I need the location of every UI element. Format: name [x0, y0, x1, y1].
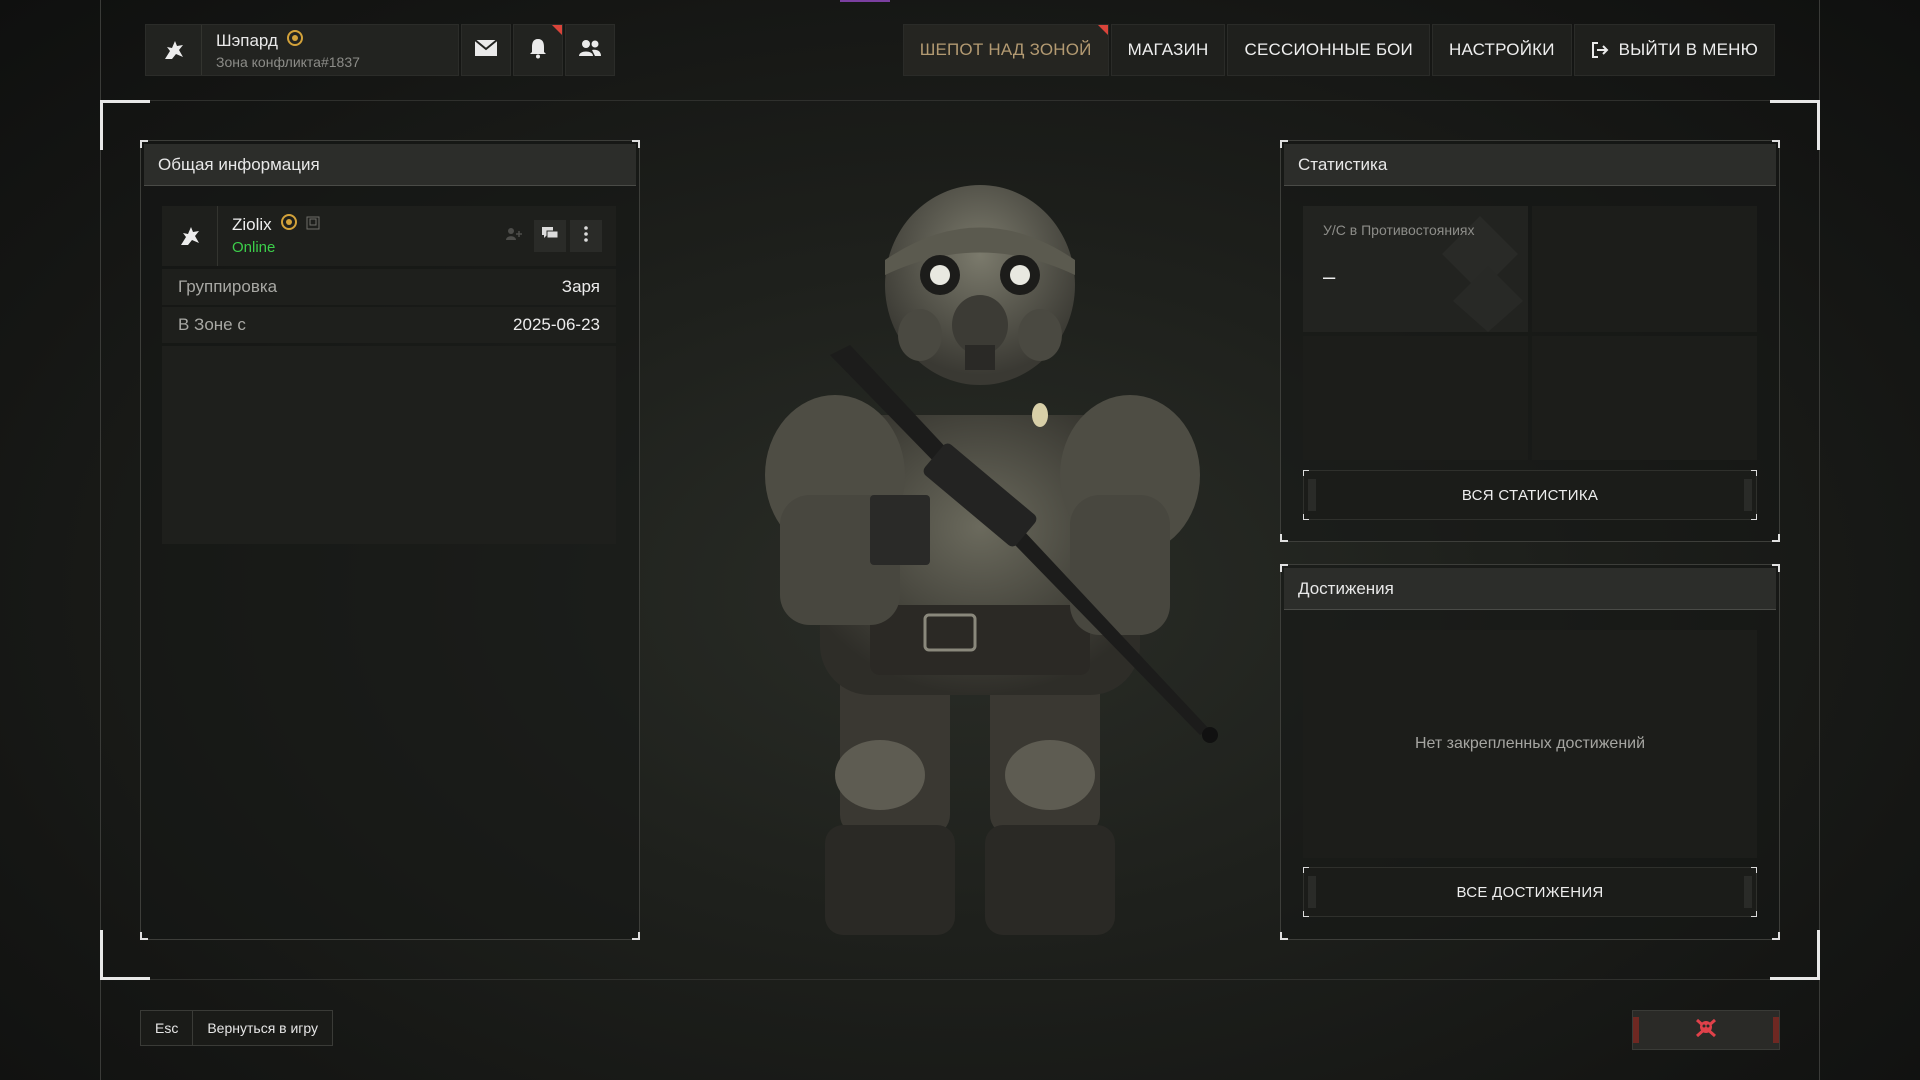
frame-line-right [1819, 0, 1820, 1080]
stats-title: Статистика [1284, 144, 1776, 186]
player-name: Шэпард [216, 30, 278, 50]
nav-session-battles[interactable]: СЕССИОННЫЕ БОИ [1227, 24, 1430, 76]
all-stats-button[interactable]: ВСЯ СТАТИСТИКА [1303, 470, 1757, 520]
exit-icon [1591, 41, 1609, 59]
back-to-game-label: Вернуться в игру [207, 1020, 319, 1036]
achievements-title: Достижения [1284, 568, 1776, 610]
stat-card-empty [1532, 206, 1757, 332]
bell-icon [528, 37, 548, 64]
copy-icon[interactable] [306, 214, 320, 237]
rank-badge-icon [280, 213, 298, 238]
top-indicator [840, 0, 890, 2]
more-options-button[interactable] [570, 220, 602, 252]
faction-label: Группировка [178, 277, 278, 296]
general-info-title: Общая информация [144, 144, 636, 186]
chat-icon [541, 226, 559, 247]
character-model[interactable] [740, 175, 1220, 965]
zone-since-label: В Зоне с [178, 315, 246, 334]
back-to-game-button[interactable]: Esc Вернуться в игру [140, 1010, 334, 1046]
wolf-logo-icon [162, 206, 218, 266]
achievements-empty: Нет закрепленных достижений [1303, 630, 1757, 858]
all-stats-label: ВСЯ СТАТИСТИКА [1461, 486, 1599, 504]
zone-since-row: В Зоне с 2025-06-23 [162, 307, 616, 343]
kd-label: У/С в Противостояниях [1323, 222, 1475, 238]
add-friend-button[interactable] [498, 220, 530, 252]
kd-value: – [1323, 264, 1336, 289]
mail-icon [474, 38, 498, 62]
frame-line-left [100, 0, 101, 1080]
stats-grid: У/С в Противостояниях – [1303, 206, 1757, 460]
all-achievements-label: ВСЕ ДОСТИЖЕНИЯ [1456, 883, 1604, 901]
friends-button[interactable] [565, 24, 615, 76]
nav-label: НАСТРОЙКИ [1448, 40, 1555, 59]
nav-label: СЕССИОННЫЕ БОИ [1244, 40, 1413, 59]
nav-settings[interactable]: НАСТРОЙКИ [1431, 24, 1572, 76]
skull-icon [1695, 1018, 1717, 1043]
player-bar: Шэпард Зона конфликта#1837 [145, 24, 615, 76]
report-button[interactable] [1632, 1010, 1780, 1050]
nav-shop[interactable]: МАГАЗИН [1110, 24, 1226, 76]
chat-button[interactable] [534, 220, 566, 252]
faction-row: Группировка Заря [162, 269, 616, 305]
user-card: Ziolix Online [162, 206, 616, 266]
stat-card-empty [1532, 336, 1757, 460]
mail-button[interactable] [461, 24, 511, 76]
esc-key-hint: Esc [141, 1011, 194, 1045]
kd-stat-card: У/С в Противостояниях – [1303, 206, 1528, 332]
nav-label: ШЕПОТ НАД ЗОНОЙ [919, 40, 1092, 59]
notifications-button[interactable] [513, 24, 563, 76]
main-nav: ШЕПОТ НАД ЗОНОЙ МАГАЗИН СЕССИОННЫЕ БОИ Н… [902, 24, 1775, 76]
faction-value: Заря [561, 277, 600, 296]
frame-line-top [100, 100, 1820, 101]
achievements-empty-text: Нет закрепленных достижений [1414, 735, 1646, 752]
stat-card-empty [1303, 336, 1528, 460]
user-status: Online [232, 239, 276, 257]
general-info-content [162, 346, 616, 544]
nav-exit-to-menu[interactable]: ВЫЙТИ В МЕНЮ [1573, 24, 1775, 76]
all-achievements-button[interactable]: ВСЕ ДОСТИЖЕНИЯ [1303, 867, 1757, 917]
user-name: Ziolix [232, 215, 272, 235]
add-friend-icon [505, 227, 523, 246]
wolf-logo-icon [146, 25, 202, 75]
frame-line-bottom [100, 979, 1820, 980]
nav-label: ВЫЙТИ В МЕНЮ [1618, 40, 1758, 59]
nav-label: МАГАЗИН [1127, 40, 1209, 59]
more-icon [583, 225, 589, 248]
friends-icon [578, 39, 602, 62]
zone-since-value: 2025-06-23 [513, 315, 600, 334]
nav-whisper-over-zone[interactable]: ШЕПОТ НАД ЗОНОЙ [902, 24, 1109, 76]
rank-badge-icon [286, 29, 304, 53]
player-profile-chip[interactable]: Шэпард Зона конфликта#1837 [145, 24, 459, 76]
player-subtitle: Зона конфликта#1837 [216, 53, 360, 70]
notification-alert-marker [552, 25, 562, 35]
nav-alert-marker [1097, 25, 1108, 35]
